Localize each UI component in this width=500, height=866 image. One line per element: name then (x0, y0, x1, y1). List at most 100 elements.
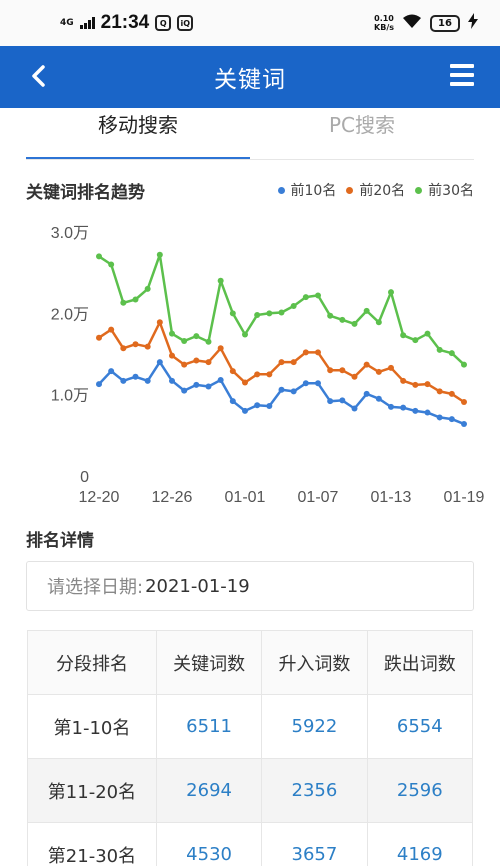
data-point (327, 398, 334, 405)
x-tick-label: 12-20 (79, 489, 120, 506)
data-point (363, 390, 370, 397)
app-notification-icon: Q (155, 15, 172, 31)
app-bar: 关键词 (0, 46, 500, 108)
legend-dot-icon (277, 186, 285, 194)
back-arrow-icon[interactable] (22, 60, 54, 92)
legend-dot-icon (415, 186, 423, 194)
drop-count-cell[interactable]: 2596 (366, 758, 474, 823)
data-point (448, 390, 455, 397)
data-point (217, 277, 224, 284)
y-tick-label: 1.0万 (51, 388, 89, 405)
data-point (400, 377, 407, 384)
keyword-count-cell[interactable]: 2694 (155, 758, 263, 823)
data-point (242, 407, 248, 414)
header-rise-count: 升入词数 (261, 630, 368, 695)
data-point (229, 368, 236, 375)
hamburger-menu-icon[interactable] (450, 64, 474, 88)
data-point (193, 381, 200, 388)
data-point (217, 345, 224, 352)
drop-count-cell[interactable]: 6554 (366, 694, 474, 759)
data-point (327, 367, 334, 374)
data-point (424, 409, 431, 416)
data-point (169, 352, 175, 359)
data-point (327, 312, 334, 319)
data-point (120, 345, 127, 352)
details-title: 排名详情 (26, 531, 94, 551)
data-point (108, 261, 115, 268)
data-point (229, 398, 236, 405)
tab-mobile-search[interactable]: 移动搜索 (26, 108, 250, 160)
rise-count-cell[interactable]: 3657 (261, 822, 368, 866)
data-point (266, 403, 273, 410)
data-point (169, 377, 175, 384)
date-label: 请选择日期: (47, 577, 144, 598)
signal-icon (79, 17, 95, 29)
data-point (351, 320, 358, 327)
header-drop-count: 跌出词数 (366, 630, 474, 695)
data-point (132, 341, 139, 348)
keyword-count-cell[interactable]: 6511 (155, 694, 263, 759)
data-point (412, 337, 419, 344)
battery-level: 16 (430, 14, 460, 32)
segment-cell: 第21-30名 (27, 822, 157, 866)
data-point (278, 309, 285, 316)
data-point (290, 388, 297, 395)
rise-count-cell[interactable]: 5922 (261, 694, 368, 759)
data-point (290, 303, 297, 310)
network-type: 4G (60, 17, 74, 28)
table-row: 第11-20名 2694 2356 2596 (27, 758, 474, 823)
data-point (315, 292, 321, 299)
data-point (205, 359, 212, 366)
tabs-divider (26, 159, 474, 160)
drop-count-cell[interactable]: 4169 (366, 822, 474, 866)
data-point (351, 405, 358, 412)
data-point (132, 373, 139, 380)
data-point (181, 387, 188, 394)
data-point (363, 361, 370, 368)
date-picker-field[interactable]: 请选择日期: 2021-01-19 (26, 561, 474, 611)
y-tick-label: 2.0万 (51, 306, 89, 323)
data-point (448, 350, 455, 357)
header-keyword-count: 关键词数 (155, 630, 263, 695)
clock-time: 21:34 (100, 12, 150, 33)
data-point (388, 289, 394, 296)
x-tick-label: 12-26 (152, 489, 193, 506)
data-point (461, 361, 467, 368)
data-point (181, 361, 188, 368)
data-point (144, 285, 151, 292)
data-point (278, 386, 285, 393)
chart-legend: 前10名 前20名 前30名 (277, 180, 474, 200)
data-point (302, 380, 309, 387)
data-point (290, 359, 297, 366)
data-point (193, 357, 200, 364)
data-point (254, 402, 261, 409)
data-point (388, 364, 394, 371)
data-point (315, 380, 321, 387)
wifi-icon (402, 13, 422, 33)
data-point (302, 349, 309, 356)
data-point (217, 377, 224, 384)
tab-pc-search[interactable]: PC搜索 (250, 108, 474, 160)
date-value: 2021-01-19 (145, 575, 250, 597)
data-point (108, 368, 115, 375)
legend-item-top10[interactable]: 前10名 (277, 180, 337, 200)
data-point (375, 368, 382, 375)
x-tick-label: 01-13 (371, 489, 412, 506)
x-tick-label: 01-19 (444, 489, 485, 506)
data-point (375, 395, 382, 402)
legend-label: 前20名 (359, 183, 406, 199)
data-point (205, 383, 212, 390)
keyword-count-cell[interactable]: 4530 (155, 822, 263, 866)
legend-dot-icon (346, 186, 354, 194)
legend-label: 前10名 (290, 183, 337, 199)
x-tick-label: 01-07 (298, 489, 339, 506)
legend-label: 前30名 (428, 183, 474, 199)
ranking-trend-chart: 0 1.0万 2.0万 3.0万 12-20 12-26 01-01 01-07 01-13 01… (51, 225, 485, 506)
legend-item-top20[interactable]: 前20名 (346, 180, 405, 200)
legend-item-top30[interactable]: 前30名 (415, 180, 474, 200)
segment-cell: 第1-10名 (27, 694, 157, 759)
chart-header: 关键词排名趋势 前10名 前20名 前30名 (26, 175, 474, 205)
rise-count-cell[interactable]: 2356 (261, 758, 368, 823)
data-point (205, 338, 212, 345)
status-bar: 4G 21:34 Q iQ 0.10 KB/s 16 (0, 0, 500, 46)
